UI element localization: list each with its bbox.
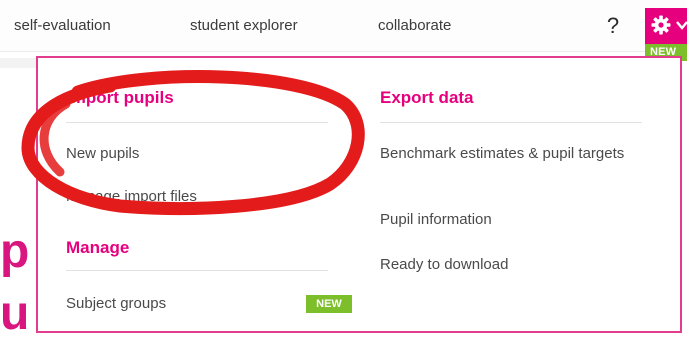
export-divider bbox=[380, 122, 642, 123]
export-data-heading: Export data bbox=[380, 88, 474, 107]
new-badge: NEW bbox=[306, 295, 352, 313]
background-page-glyph: u bbox=[0, 287, 30, 338]
top-navigation: self-evaluation student explorer collabo… bbox=[0, 0, 687, 52]
import-pupils-heading: Import pupils bbox=[66, 88, 174, 107]
background-page-glyph: p bbox=[0, 225, 30, 278]
nav-student-explorer[interactable]: student explorer bbox=[190, 17, 298, 34]
import-divider bbox=[66, 122, 328, 123]
subject-groups-link[interactable]: Subject groups bbox=[66, 292, 166, 315]
ready-to-download-link[interactable]: Ready to download bbox=[380, 253, 508, 276]
manage-heading: Manage bbox=[66, 238, 130, 257]
benchmark-estimates-link[interactable]: Benchmark estimates & pupil targets bbox=[380, 142, 650, 165]
app-page: self-evaluation student explorer collabo… bbox=[0, 0, 687, 338]
manage-divider bbox=[66, 270, 328, 271]
new-pupils-link[interactable]: New pupils bbox=[66, 142, 139, 165]
settings-menu-button[interactable] bbox=[645, 8, 687, 44]
background-strip bbox=[0, 58, 36, 68]
help-button[interactable]: ? bbox=[598, 10, 628, 42]
nav-collaborate[interactable]: collaborate bbox=[378, 17, 451, 34]
gear-icon bbox=[651, 15, 671, 35]
manage-import-files-link[interactable]: Manage import files bbox=[66, 185, 197, 208]
pupil-information-link[interactable]: Pupil information bbox=[380, 208, 492, 231]
chevron-down-icon bbox=[676, 21, 687, 30]
settings-dropdown: Import pupils New pupils Manage import f… bbox=[36, 56, 682, 333]
nav-self-evaluation[interactable]: self-evaluation bbox=[14, 17, 111, 34]
